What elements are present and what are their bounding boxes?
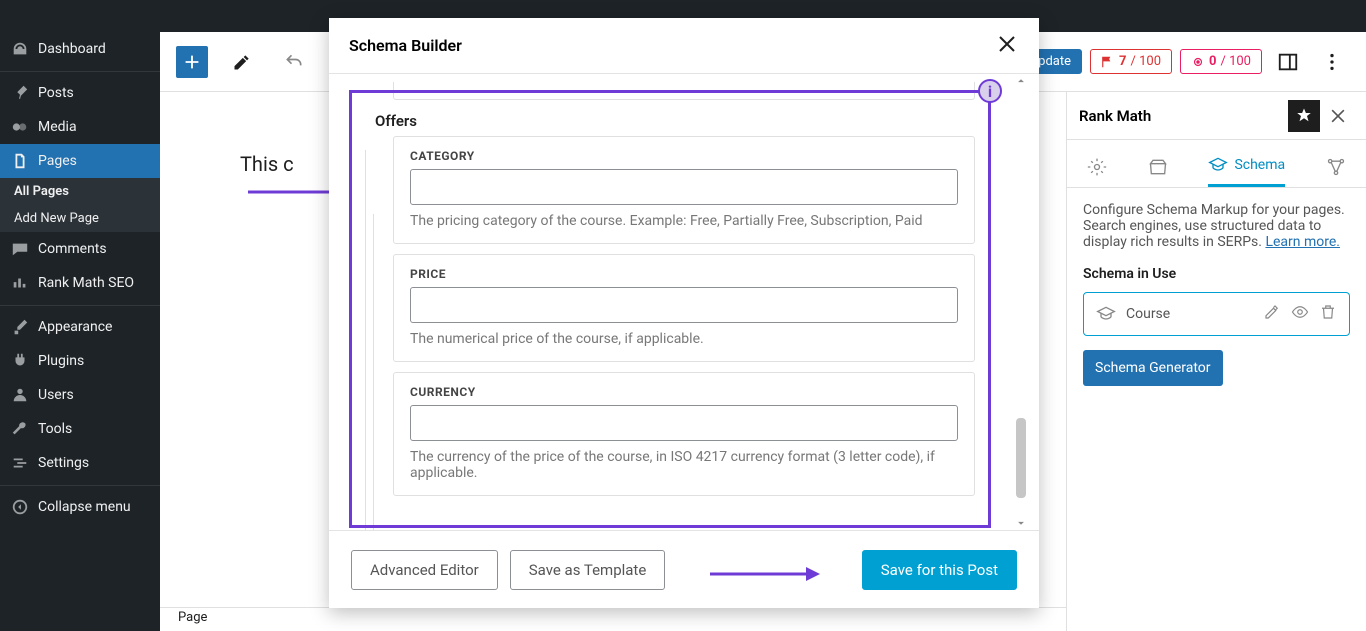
currency-input[interactable] xyxy=(410,405,958,441)
category-help: The pricing category of the course. Exam… xyxy=(410,213,958,229)
price-label: PRICE xyxy=(410,267,958,281)
schema-card-label: Course xyxy=(1126,306,1253,322)
edit-icon[interactable] xyxy=(224,44,260,80)
sidebar-label: Media xyxy=(38,119,77,135)
sidebar-item-plugins[interactable]: Plugins xyxy=(0,344,160,378)
chart-icon xyxy=(10,274,30,292)
sidebar-item-settings[interactable]: Settings xyxy=(0,446,160,480)
schema-card-course: Course xyxy=(1083,292,1350,336)
tab-links[interactable] xyxy=(1326,140,1346,187)
schema-description: Configure Schema Markup for your pages. … xyxy=(1083,202,1350,250)
currency-label: CURRENCY xyxy=(410,385,958,399)
panel-toggle-icon[interactable] xyxy=(1270,44,1306,80)
sidebar-label: Appearance xyxy=(38,319,112,335)
star-button[interactable] xyxy=(1288,100,1320,132)
price-field-group: PRICE The numerical price of the course,… xyxy=(393,254,975,362)
sidebar-item-appearance[interactable]: Appearance xyxy=(0,310,160,344)
modal-footer: Advanced Editor Save as Template Save fo… xyxy=(329,530,1039,608)
media-icon xyxy=(10,118,30,136)
sidebar-subitems: All Pages Add New Page xyxy=(0,178,160,232)
category-label: CATEGORY xyxy=(410,149,958,163)
offers-section-title: Offers xyxy=(375,112,1011,130)
sidebar-label: Pages xyxy=(38,153,77,169)
learn-more-link[interactable]: Learn more. xyxy=(1265,234,1340,250)
close-panel-button[interactable] xyxy=(1322,100,1354,132)
schema-generator-button[interactable]: Schema Generator xyxy=(1083,350,1223,386)
dashboard-icon xyxy=(10,40,30,58)
sidebar-item-dashboard[interactable]: Dashboard xyxy=(0,32,160,66)
add-block-button[interactable] xyxy=(176,46,208,78)
sidebar-item-comments[interactable]: Comments xyxy=(0,232,160,266)
sliders-icon xyxy=(10,454,30,472)
seo-score-2[interactable]: 0 / 100 xyxy=(1180,49,1262,74)
brush-icon xyxy=(10,318,30,336)
tab-schema[interactable]: Schema xyxy=(1208,140,1285,187)
tab-general[interactable] xyxy=(1087,140,1107,187)
sidebar-item-users[interactable]: Users xyxy=(0,378,160,412)
sidebar-item-rankmath[interactable]: Rank Math SEO xyxy=(0,266,160,300)
sidebar-subitem-all-pages[interactable]: All Pages xyxy=(0,178,160,205)
close-modal-button[interactable] xyxy=(995,32,1019,60)
pages-icon xyxy=(10,152,30,170)
scrollbar-thumb[interactable] xyxy=(1016,418,1026,498)
flag-icon xyxy=(1101,55,1115,69)
sidebar-label: Tools xyxy=(38,421,72,437)
currency-field-group: CURRENCY The currency of the price of th… xyxy=(393,372,975,496)
schema-in-use-heading: Schema in Use xyxy=(1083,266,1350,282)
seo-score-1[interactable]: 7 / 100 xyxy=(1090,49,1172,74)
course-icon xyxy=(1096,304,1116,324)
sidebar-item-posts[interactable]: Posts xyxy=(0,76,160,110)
pin-icon xyxy=(10,84,30,102)
price-help: The numerical price of the course, if ap… xyxy=(410,331,958,347)
currency-help: The currency of the price of the course,… xyxy=(410,449,958,481)
advanced-editor-button[interactable]: Advanced Editor xyxy=(351,550,498,590)
category-input[interactable] xyxy=(410,169,958,205)
previous-field-cutoff xyxy=(393,82,975,100)
wrench-icon xyxy=(10,420,30,438)
sidebar-item-media[interactable]: Media xyxy=(0,110,160,144)
panel-tabs: Schema xyxy=(1067,140,1366,188)
preview-schema-button[interactable] xyxy=(1291,303,1309,325)
modal-scrollbar[interactable] xyxy=(1007,74,1035,530)
collapse-icon xyxy=(10,498,30,516)
category-field-group: CATEGORY The pricing category of the cou… xyxy=(393,136,975,244)
sidebar-subitem-add-new[interactable]: Add New Page xyxy=(0,205,160,232)
sidebar-item-collapse[interactable]: Collapse menu xyxy=(0,490,160,524)
sidebar-label: Dashboard xyxy=(38,41,106,57)
rankmath-panel: Rank Math Schema Configure Schema Markup… xyxy=(1066,92,1366,631)
delete-schema-button[interactable] xyxy=(1319,303,1337,325)
wp-admin-sidebar: Dashboard Posts Media Pages All Pages Ad… xyxy=(0,32,160,631)
modal-title: Schema Builder xyxy=(349,36,462,55)
price-input[interactable] xyxy=(410,287,958,323)
sidebar-label: Plugins xyxy=(38,353,84,369)
edit-schema-button[interactable] xyxy=(1263,303,1281,325)
save-as-template-button[interactable]: Save as Template xyxy=(510,550,666,590)
sidebar-label: Comments xyxy=(38,241,107,257)
content-paragraph: This c xyxy=(240,152,294,176)
sidebar-label: Posts xyxy=(38,85,74,101)
target-icon xyxy=(1191,55,1205,69)
more-menu-icon[interactable] xyxy=(1314,44,1350,80)
schema-builder-modal: Schema Builder Offers CATEGORY The prici… xyxy=(329,18,1039,608)
tab-advanced[interactable] xyxy=(1148,140,1168,187)
undo-icon[interactable] xyxy=(276,44,312,80)
sidebar-label: Users xyxy=(38,387,74,403)
sidebar-item-pages[interactable]: Pages xyxy=(0,144,160,178)
user-icon xyxy=(10,386,30,404)
sidebar-label: Settings xyxy=(38,455,89,471)
comments-icon xyxy=(10,240,30,258)
save-for-post-button[interactable]: Save for this Post xyxy=(862,550,1017,590)
panel-title: Rank Math xyxy=(1079,107,1151,125)
sidebar-item-tools[interactable]: Tools xyxy=(0,412,160,446)
sidebar-label: Collapse menu xyxy=(38,499,131,515)
plug-icon xyxy=(10,352,30,370)
sidebar-label: Rank Math SEO xyxy=(38,275,134,291)
